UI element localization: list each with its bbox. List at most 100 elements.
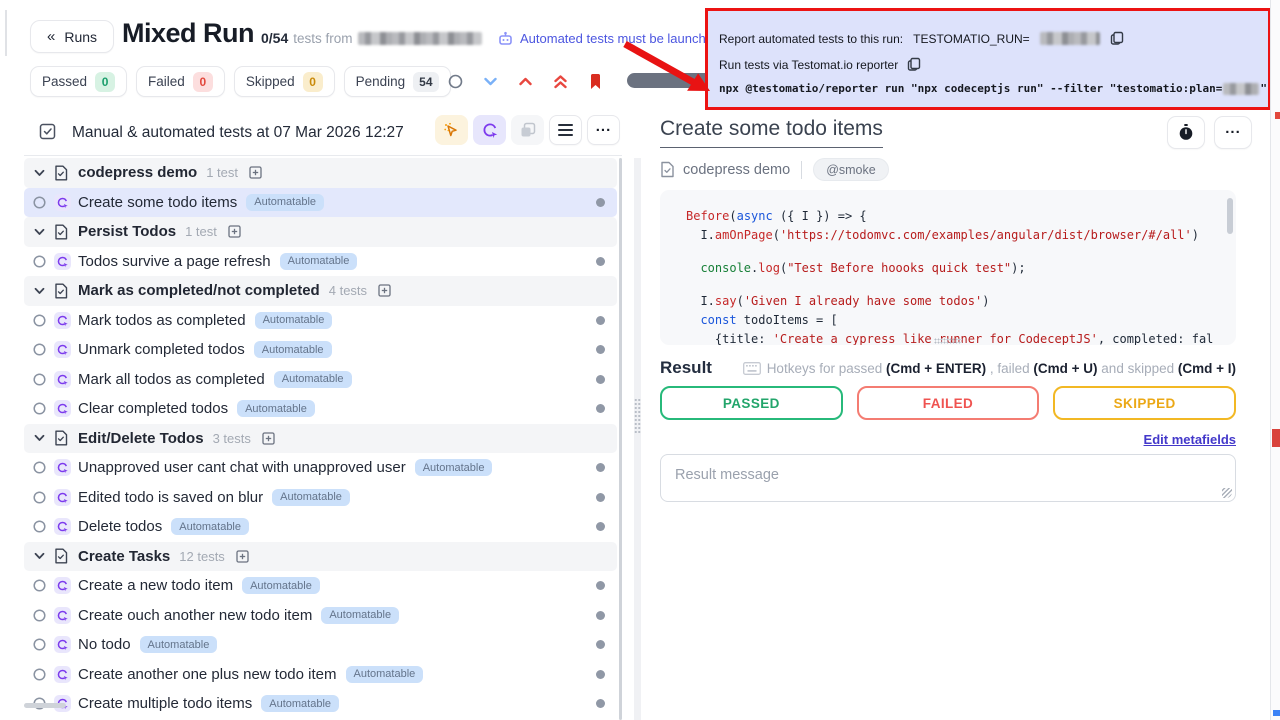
tree-group-row[interactable]: Create Tasks12 tests bbox=[24, 542, 617, 572]
tree-test-row[interactable]: Unmark completed todosAutomatable bbox=[24, 335, 617, 365]
tree-test-row[interactable]: No todoAutomatable bbox=[24, 630, 617, 660]
page-title: Mixed Run bbox=[122, 18, 254, 49]
test-label: Unapproved user cant chat with unapprove… bbox=[78, 459, 406, 476]
redacted-plan-id bbox=[1223, 83, 1259, 95]
tree-group-row[interactable]: Persist Todos1 test bbox=[24, 217, 617, 247]
status-circle-icon[interactable] bbox=[33, 520, 46, 533]
splitter-handle[interactable] bbox=[634, 398, 641, 434]
tree-test-row[interactable]: Unapproved user cant chat with unapprove… bbox=[24, 453, 617, 483]
back-to-runs-button[interactable]: « Runs bbox=[30, 20, 114, 53]
tree-test-row[interactable]: Mark todos as completedAutomatable bbox=[24, 306, 617, 336]
chevron-down-icon[interactable] bbox=[34, 552, 45, 560]
expand-icon[interactable] bbox=[236, 550, 249, 563]
redacted-run-id bbox=[1040, 32, 1100, 45]
more-options-button[interactable]: ... bbox=[587, 115, 620, 145]
expand-icon[interactable] bbox=[228, 225, 241, 238]
test-label: Clear completed todos bbox=[78, 400, 228, 417]
test-label: Create multiple todo items bbox=[78, 695, 252, 712]
list-menu-button[interactable] bbox=[549, 115, 582, 145]
edit-metafields-link[interactable]: Edit metafields bbox=[1144, 432, 1236, 447]
code-content: Before(async ({ I }) => { I.amOnPage('ht… bbox=[660, 190, 1236, 345]
chevron-down-icon[interactable] bbox=[34, 287, 45, 295]
filter-chip-skipped[interactable]: Skipped0 bbox=[234, 66, 335, 97]
code-scrollbar[interactable] bbox=[1227, 198, 1233, 234]
filter-chip-passed[interactable]: Passed0 bbox=[30, 66, 127, 97]
select-tests-icon[interactable] bbox=[38, 122, 57, 146]
automated-tests-alert-link[interactable]: Automated tests must be launched bbox=[497, 31, 720, 46]
automated-test-icon bbox=[54, 312, 71, 329]
tree-test-row[interactable]: Todos survive a page refreshAutomatable bbox=[24, 247, 617, 277]
status-circle-icon[interactable] bbox=[33, 609, 46, 622]
chevron-down-icon[interactable] bbox=[34, 434, 45, 442]
verdict-button-passed[interactable]: PASSED bbox=[660, 386, 843, 420]
suite-file-icon bbox=[54, 283, 68, 299]
detail-more-button[interactable]: ... bbox=[1214, 116, 1252, 149]
back-label: Runs bbox=[64, 29, 97, 45]
status-filter-chips: Passed0 Failed0 Skipped0 Pending54 bbox=[30, 66, 451, 97]
status-circle-icon[interactable] bbox=[33, 579, 46, 592]
automatable-badge: Automatable bbox=[272, 489, 350, 506]
copy-layers-button[interactable] bbox=[511, 115, 544, 145]
status-circle-icon[interactable] bbox=[33, 668, 46, 681]
test-code-block[interactable]: Before(async ({ I }) => { I.amOnPage('ht… bbox=[660, 190, 1236, 345]
chevron-up-icon[interactable] bbox=[508, 77, 543, 86]
status-circle-icon[interactable] bbox=[33, 255, 46, 268]
page-scrollbar[interactable] bbox=[1270, 0, 1280, 720]
tree-test-row[interactable]: Edited todo is saved on blurAutomatable bbox=[24, 483, 617, 513]
bookmark-icon[interactable] bbox=[578, 73, 613, 91]
copy-icon[interactable] bbox=[1110, 31, 1124, 46]
test-title[interactable]: Create some todo items bbox=[660, 117, 883, 148]
double-chevron-up-icon[interactable] bbox=[543, 75, 578, 89]
textarea-resize-grip[interactable] bbox=[1222, 488, 1232, 498]
tree-test-row[interactable]: Mark all todos as completedAutomatable bbox=[24, 365, 617, 395]
verdict-button-failed[interactable]: FAILED bbox=[857, 386, 1040, 420]
tree-test-row[interactable]: Create some todo itemsAutomatable bbox=[24, 188, 617, 218]
status-circle-icon[interactable] bbox=[33, 196, 46, 209]
expand-icon[interactable] bbox=[249, 166, 262, 179]
tree-test-row[interactable]: Create another one plus new todo itemAut… bbox=[24, 660, 617, 690]
timer-button[interactable] bbox=[1167, 116, 1205, 149]
chevron-down-icon[interactable] bbox=[34, 169, 45, 177]
status-circle-icon[interactable] bbox=[33, 373, 46, 386]
result-heading: Result bbox=[660, 358, 712, 378]
status-circle-icon[interactable] bbox=[33, 491, 46, 504]
tree-test-row[interactable]: Create a new todo itemAutomatable bbox=[24, 571, 617, 601]
panel-splitter[interactable] bbox=[634, 158, 641, 720]
test-label: Todos survive a page refresh bbox=[78, 253, 271, 270]
tree-test-row[interactable]: Create multiple todo itemsAutomatable bbox=[24, 689, 617, 719]
tag-badge[interactable]: @smoke bbox=[813, 158, 889, 181]
tree-group-row[interactable]: Mark as completed/not completed4 tests bbox=[24, 276, 617, 306]
chevron-down-icon[interactable] bbox=[473, 77, 508, 86]
status-circle-icon[interactable] bbox=[33, 343, 46, 356]
tree-test-row[interactable]: Delete todosAutomatable bbox=[24, 512, 617, 542]
sidebar-scrollbar[interactable] bbox=[619, 158, 622, 720]
status-dot bbox=[596, 699, 605, 708]
sidebar-horizontal-scrollbar[interactable] bbox=[24, 703, 66, 708]
tree-test-row[interactable]: Create ouch another new todo itemAutomat… bbox=[24, 601, 617, 631]
status-circle-icon[interactable] bbox=[33, 314, 46, 327]
command-suffix: " bbox=[1260, 82, 1267, 95]
group-count: 3 tests bbox=[213, 431, 251, 446]
suite-name[interactable]: codepress demo bbox=[683, 162, 790, 178]
result-message-input[interactable]: Result message bbox=[660, 454, 1236, 502]
filter-chip-pending[interactable]: Pending54 bbox=[344, 66, 451, 97]
tree-test-row[interactable]: Clear completed todosAutomatable bbox=[24, 394, 617, 424]
expand-icon[interactable] bbox=[378, 284, 391, 297]
copy-icon[interactable] bbox=[907, 57, 921, 72]
test-label: No todo bbox=[78, 636, 131, 653]
meta-separator bbox=[801, 161, 802, 179]
code-resize-handle[interactable] bbox=[934, 338, 962, 344]
status-circle-icon[interactable] bbox=[33, 638, 46, 651]
status-circle-icon[interactable] bbox=[33, 402, 46, 415]
status-circle-icon[interactable] bbox=[438, 74, 473, 89]
ai-magic-button[interactable] bbox=[435, 115, 468, 145]
tree-group-row[interactable]: codepress demo1 test bbox=[24, 158, 617, 188]
filter-chip-failed[interactable]: Failed0 bbox=[136, 66, 225, 97]
expand-icon[interactable] bbox=[262, 432, 275, 445]
chevron-down-icon[interactable] bbox=[34, 228, 45, 236]
tree-group-row[interactable]: Edit/Delete Todos 3 tests bbox=[24, 424, 617, 454]
status-circle-icon[interactable] bbox=[33, 461, 46, 474]
group-label: Edit/Delete Todos bbox=[78, 430, 204, 447]
automated-filter-button[interactable] bbox=[473, 115, 506, 145]
verdict-button-skipped[interactable]: SKIPPED bbox=[1053, 386, 1236, 420]
